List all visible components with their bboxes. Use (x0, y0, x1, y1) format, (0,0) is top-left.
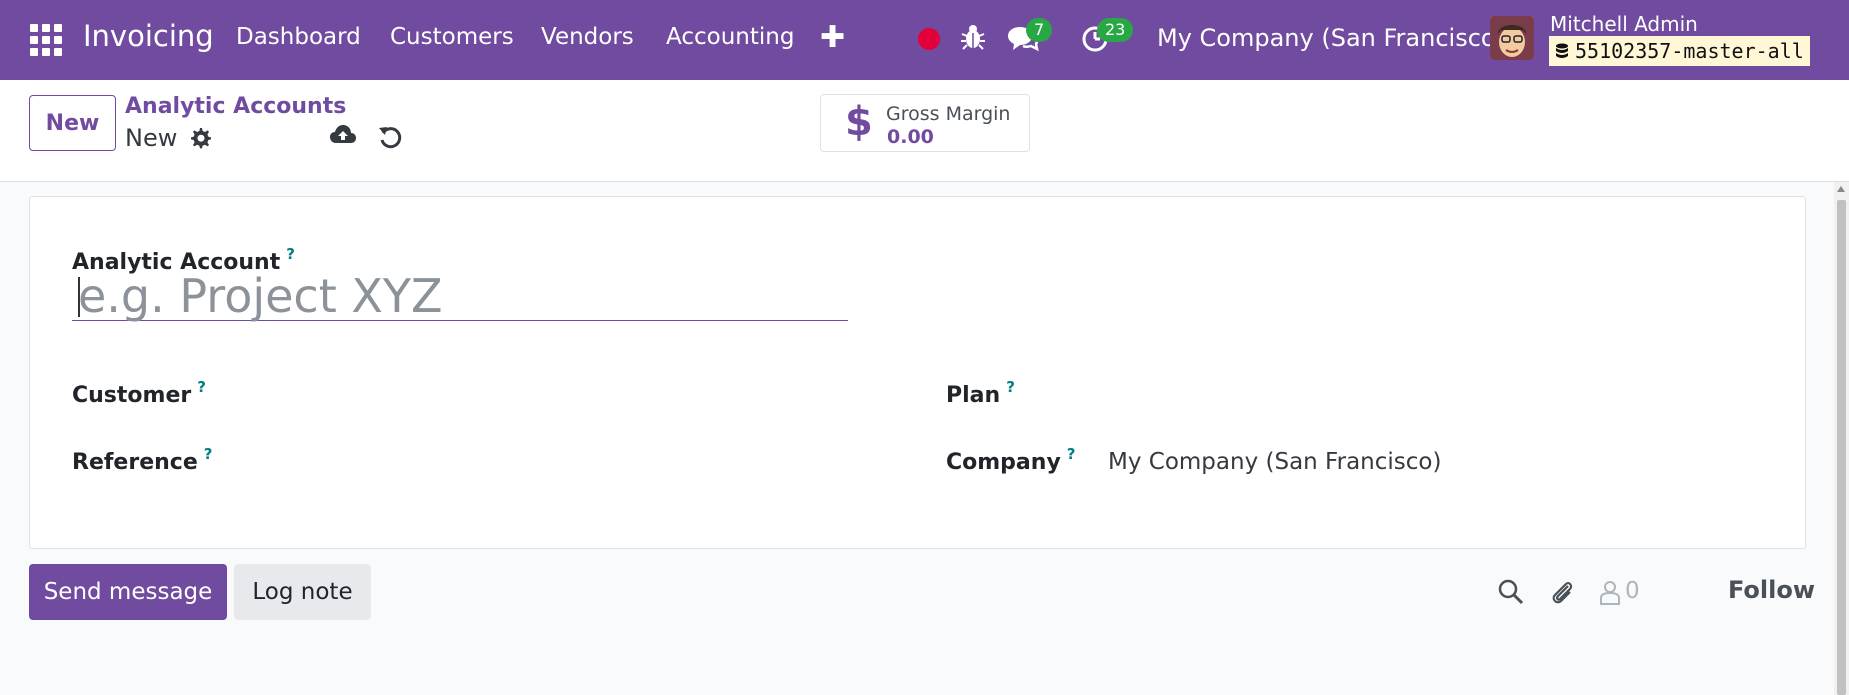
vertical-scrollbar[interactable] (1834, 182, 1849, 695)
menu-accounting[interactable]: Accounting (666, 24, 794, 50)
app-brand[interactable]: Invoicing (83, 19, 214, 53)
new-button[interactable]: New (29, 95, 116, 151)
help-tooltip-icon[interactable]: ? (1006, 378, 1015, 396)
user-name[interactable]: Mitchell Admin (1550, 12, 1698, 36)
reference-field[interactable] (270, 440, 830, 476)
smart-button-value: 0.00 (887, 126, 934, 148)
analytic-account-name-input[interactable]: e.g. Project XYZ (72, 269, 848, 323)
cloud-upload-icon[interactable] (329, 123, 357, 147)
database-badge: 55102357-master-all (1549, 36, 1810, 66)
database-name: 55102357-master-all (1575, 39, 1804, 63)
paperclip-icon[interactable] (1548, 578, 1576, 606)
help-tooltip-icon[interactable]: ? (1067, 445, 1076, 463)
gear-icon[interactable] (188, 126, 212, 150)
log-note-button[interactable]: Log note (234, 564, 371, 620)
plan-label: Plan? (946, 378, 1015, 408)
activities-count-badge: 23 (1097, 18, 1134, 42)
gross-margin-smart-button[interactable]: $ Gross Margin 0.00 (820, 94, 1030, 152)
plan-field[interactable] (1108, 373, 1708, 409)
help-tooltip-icon[interactable]: ? (204, 445, 213, 463)
database-icon (1556, 43, 1568, 58)
app-grid-icon[interactable] (30, 24, 62, 56)
search-icon[interactable] (1497, 578, 1525, 606)
send-message-button[interactable]: Send message (29, 564, 227, 620)
form-sheet: Analytic Account? e.g. Project XYZ Custo… (29, 196, 1806, 549)
discard-undo-icon[interactable] (378, 124, 402, 150)
user-avatar[interactable] (1490, 16, 1534, 60)
record-icon[interactable] (918, 28, 940, 50)
follow-button[interactable]: Follow (1728, 576, 1815, 604)
customer-label: Customer? (72, 378, 206, 408)
breadcrumb-current: New (125, 124, 178, 152)
control-panel: New Analytic Accounts New $ Gross Margin… (0, 80, 1849, 182)
reference-label: Reference? (72, 445, 213, 475)
company-label: Company? (946, 445, 1076, 475)
top-navbar: Invoicing Dashboard Customers Vendors Ac… (0, 0, 1849, 80)
followers-count: 0 (1625, 578, 1640, 604)
help-tooltip-icon[interactable]: ? (197, 378, 206, 396)
name-placeholder: e.g. Project XYZ (78, 269, 443, 323)
menu-customers[interactable]: Customers (390, 24, 514, 50)
plus-icon[interactable]: ✚ (820, 20, 845, 55)
company-switcher[interactable]: My Company (San Francisco) (1157, 24, 1505, 52)
messages-count-badge: 7 (1026, 18, 1053, 42)
customer-field[interactable] (270, 373, 830, 409)
smart-button-label: Gross Margin (886, 103, 1011, 125)
help-tooltip-icon[interactable]: ? (286, 245, 295, 263)
bug-icon[interactable] (960, 22, 986, 52)
menu-dashboard[interactable]: Dashboard (236, 24, 361, 50)
dollar-icon: $ (845, 99, 873, 145)
breadcrumb-analytic-accounts[interactable]: Analytic Accounts (125, 94, 346, 119)
menu-vendors[interactable]: Vendors (541, 24, 634, 50)
company-field[interactable]: My Company (San Francisco) (1108, 449, 1441, 475)
followers-lock-icon[interactable] (1596, 578, 1624, 606)
